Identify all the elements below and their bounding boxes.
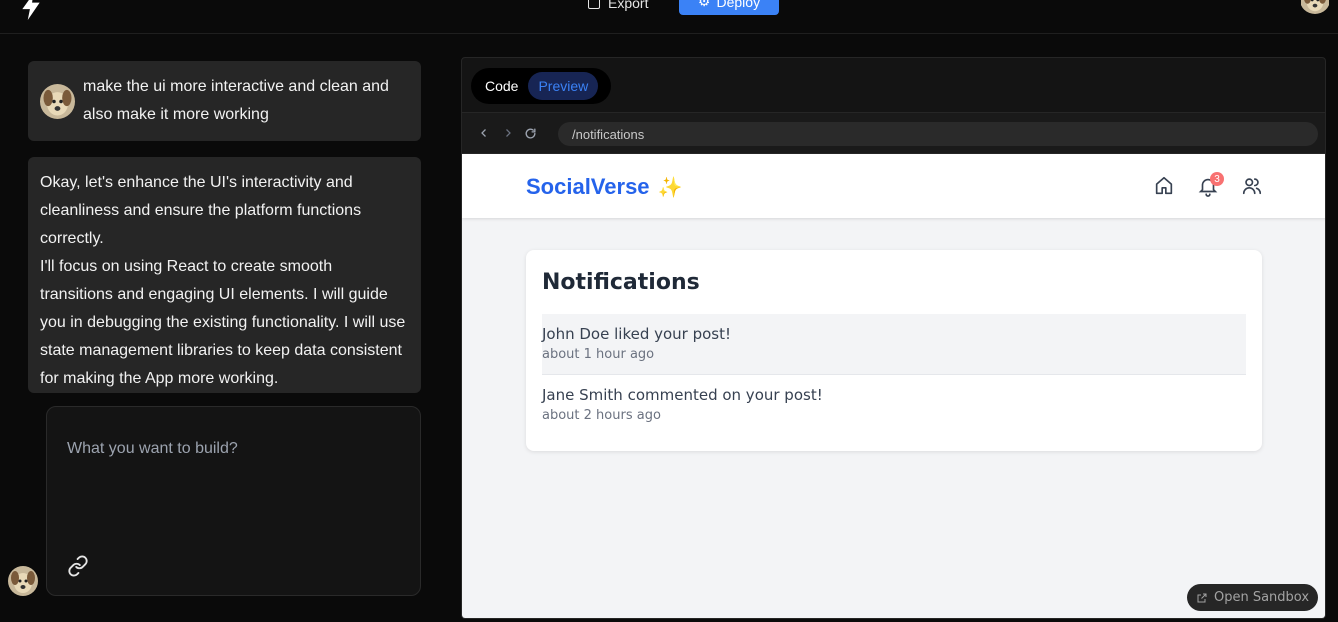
users-icon[interactable]: [1241, 175, 1263, 197]
open-sandbox-button[interactable]: Open Sandbox: [1187, 584, 1318, 611]
app-navbar: SocialVerse ✨ 3: [462, 154, 1325, 218]
notification-text: Jane Smith commented on your post!: [542, 386, 823, 404]
notification-item[interactable]: Jane Smith commented on your post! about…: [542, 375, 1246, 436]
deploy-label: Deploy: [716, 0, 761, 10]
user-message-text: make the ui more interactive and clean a…: [83, 78, 389, 123]
workbench-panel: Code Preview /notifications SocialVerse …: [461, 57, 1326, 619]
dog-avatar-icon: [40, 84, 75, 119]
deploy-button[interactable]: ⚙ Deploy: [679, 0, 779, 15]
tab-code[interactable]: Code: [475, 72, 528, 100]
url-field[interactable]: /notifications: [558, 122, 1318, 146]
user-avatar[interactable]: [1300, 0, 1330, 14]
notification-time: about 1 hour ago: [542, 347, 655, 362]
export-button[interactable]: Export: [588, 0, 648, 16]
notifications-card: Notifications John Doe liked your post! …: [526, 250, 1262, 451]
forward-icon[interactable]: [500, 125, 516, 141]
back-icon[interactable]: [476, 125, 492, 141]
reload-icon[interactable]: [522, 125, 538, 141]
sparkles-icon: ✨: [657, 176, 683, 199]
assistant-message-paragraph-1: Okay, let's enhance the UI's interactivi…: [40, 174, 362, 247]
dog-avatar-icon: [1301, 0, 1329, 14]
top-bar: Export ⚙ Deploy: [0, 0, 1338, 34]
bottom-user-avatar[interactable]: [8, 566, 38, 596]
code-preview-toggle: Code Preview: [471, 68, 611, 104]
link-icon[interactable]: [67, 555, 89, 577]
open-sandbox-label: Open Sandbox: [1213, 590, 1310, 605]
home-icon[interactable]: [1153, 175, 1175, 197]
brand-name: SocialVerse: [526, 174, 650, 199]
assistant-message-paragraph-2: I'll focus on using React to create smoo…: [40, 258, 406, 387]
user-message: make the ui more interactive and clean a…: [28, 61, 421, 141]
external-link-icon: [1197, 593, 1207, 602]
export-icon: [588, 0, 600, 9]
app-preview: SocialVerse ✨ 3 Notifications John Doe l…: [462, 154, 1325, 618]
user-message-avatar: [40, 84, 75, 119]
notification-item[interactable]: John Doe liked your post! about 1 hour a…: [542, 314, 1246, 375]
bolt-logo-icon[interactable]: [18, 0, 44, 20]
notification-count-badge: 3: [1210, 172, 1224, 186]
dog-avatar-icon: [8, 566, 38, 596]
app-brand[interactable]: SocialVerse ✨: [526, 174, 682, 200]
page-title: Notifications: [542, 270, 700, 295]
tab-preview[interactable]: Preview: [528, 72, 599, 100]
notification-time: about 2 hours ago: [542, 408, 661, 423]
browser-bar: /notifications: [462, 112, 1325, 154]
prompt-box: [46, 406, 421, 596]
prompt-input[interactable]: [67, 429, 397, 469]
deploy-icon: ⚙: [697, 0, 711, 9]
notification-text: John Doe liked your post!: [542, 325, 732, 343]
assistant-message: Okay, let's enhance the UI's interactivi…: [28, 157, 421, 393]
export-label: Export: [608, 0, 649, 11]
